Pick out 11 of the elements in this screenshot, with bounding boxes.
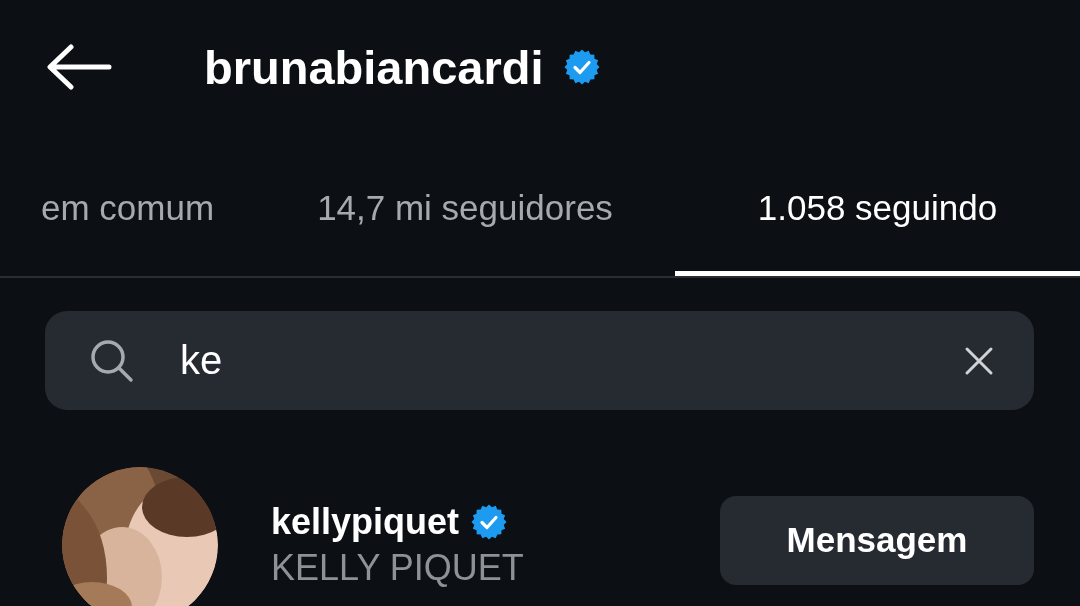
username[interactable]: kellypiquet [271,501,460,543]
message-button[interactable]: Mensagem [720,495,1034,585]
search-icon [90,338,134,383]
profile-username: brunabiancardi [204,39,544,95]
full-name: KELLY PIQUET [271,547,525,589]
back-arrow-icon[interactable] [46,44,112,90]
tab[interactable]: 14,7 mi seguidores [255,134,675,276]
tab[interactable]: em comum [0,134,255,276]
tab[interactable]: 1.058 seguindo [675,134,1080,276]
search-field[interactable]: ke [45,311,1034,410]
close-icon[interactable] [964,345,994,376]
